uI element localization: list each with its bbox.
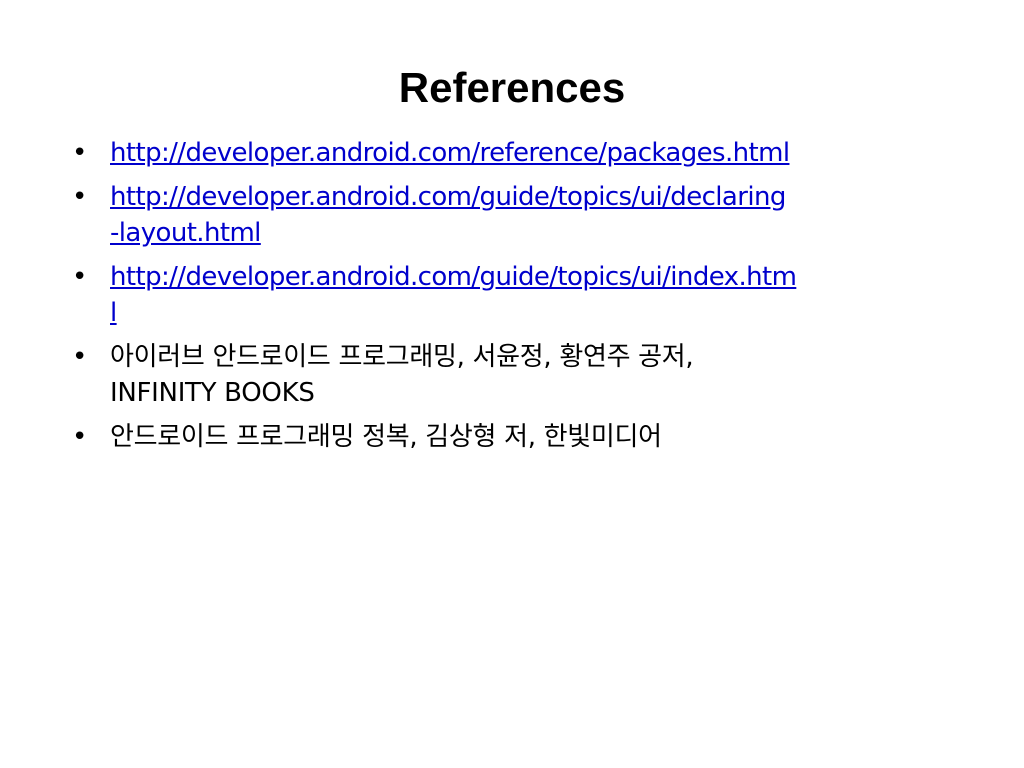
bullet-icon: •: [72, 342, 88, 372]
list-item: • http://developer.android.com/reference…: [72, 135, 972, 171]
page-title: References: [398, 64, 626, 112]
list-item: • 안드로이드 프로그래밍 정복, 김상형 저, 한빛미디어: [72, 419, 972, 455]
list-item: • 아이러브 안드로이드 프로그래밍, 서윤정, 황연주 공저, INFINIT…: [72, 339, 972, 411]
bullet-icon: •: [72, 422, 88, 452]
link-text[interactable]: http://developer.android.com/guide/topic…: [110, 259, 972, 295]
book-reference: 안드로이드 프로그래밍 정복, 김상형 저, 한빛미디어: [110, 419, 972, 455]
book-reference-line: 안드로이드 프로그래밍 정복, 김상형 저, 한빛미디어: [110, 422, 662, 452]
bullet-icon: •: [72, 138, 88, 168]
book-publisher: INFINITY BOOKS: [110, 378, 315, 408]
book-reference: 아이러브 안드로이드 프로그래밍, 서윤정, 황연주 공저, INFINITY …: [110, 339, 972, 411]
link-text[interactable]: http://developer.android.com/guide/topic…: [110, 179, 972, 215]
link-text[interactable]: http://developer.android.com/reference/p…: [110, 135, 972, 171]
bullet-icon: •: [72, 262, 88, 292]
list-item: • http://developer.android.com/guide/top…: [72, 259, 972, 331]
link-text-continued[interactable]: l: [110, 295, 972, 331]
bullet-icon: •: [72, 182, 88, 212]
book-reference-line: 아이러브 안드로이드 프로그래밍, 서윤정, 황연주 공저,: [110, 342, 694, 372]
reference-link-ui-index[interactable]: http://developer.android.com/guide/topic…: [110, 259, 972, 331]
reference-list: • http://developer.android.com/reference…: [72, 135, 972, 463]
reference-link-declaring-layout[interactable]: http://developer.android.com/guide/topic…: [110, 179, 972, 251]
link-text-continued[interactable]: -layout.html: [110, 215, 972, 251]
list-item: • http://developer.android.com/guide/top…: [72, 179, 972, 251]
reference-link-packages[interactable]: http://developer.android.com/reference/p…: [110, 135, 972, 171]
